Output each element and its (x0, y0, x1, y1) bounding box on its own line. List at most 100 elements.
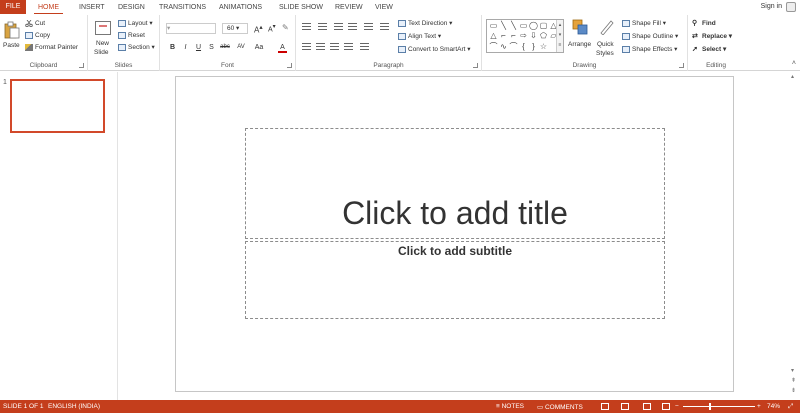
title-placeholder[interactable]: Click to add title (245, 128, 665, 239)
pentagon-shape-icon[interactable]: ⬠ (539, 31, 548, 40)
find-button[interactable]: ⚲ Find (692, 19, 716, 28)
underline-button[interactable]: U (194, 44, 203, 51)
arrange-icon[interactable] (572, 19, 588, 35)
shrink-font-button[interactable]: A▾ (268, 23, 276, 34)
paragraph-dialog-launcher-icon[interactable] (473, 63, 478, 68)
convert-smartart-button[interactable]: Convert to SmartArt ▾ (398, 45, 471, 54)
brace-right-shape-icon[interactable]: } (529, 42, 538, 51)
tab-transitions[interactable]: TRANSITIONS (155, 2, 210, 14)
copy-button[interactable]: Copy (25, 31, 50, 40)
previous-slide-icon[interactable]: ⇞ (791, 378, 797, 384)
subtitle-placeholder[interactable]: Click to add subtitle (245, 241, 665, 319)
collapse-ribbon-icon[interactable]: ˄ (792, 59, 796, 68)
scroll-up-icon[interactable]: ▴ (791, 74, 797, 80)
reset-button[interactable]: Reset (118, 31, 145, 40)
notes-button[interactable]: ≡ NOTES (496, 403, 524, 410)
numbering-icon[interactable] (318, 23, 327, 31)
comments-button[interactable]: ▭ COMMENTS (537, 403, 583, 411)
zoom-level[interactable]: 74% (767, 403, 780, 410)
columns-icon[interactable] (380, 23, 389, 31)
replace-button[interactable]: ⇄ Replace ▾ (692, 32, 732, 41)
fit-to-window-icon[interactable]: ⤢ (788, 403, 793, 411)
shape-fill-button[interactable]: Shape Fill ▾ (622, 19, 666, 28)
rect-shape-icon[interactable]: ▭ (519, 21, 528, 30)
shapes-gallery[interactable]: ▭ ╲ ╲ ▭ ◯ ▢ △ △ ⌐ ⌐ ⇨ ⇩ ⬠ ▱ ⌒ ∿ ⌒ { } ☆ … (486, 19, 564, 53)
drawing-dialog-launcher-icon[interactable] (679, 63, 684, 68)
increase-indent-icon[interactable] (348, 23, 357, 31)
new-slide-icon[interactable] (95, 21, 111, 35)
line-spacing-icon[interactable] (364, 23, 373, 31)
slide-canvas[interactable]: Click to add title Click to add subtitle (175, 76, 734, 392)
next-slide-icon[interactable]: ⇟ (791, 388, 797, 394)
zoom-slider[interactable] (683, 406, 755, 407)
triangle-2-shape-icon[interactable]: △ (489, 31, 498, 40)
arrow-down-shape-icon[interactable]: ⇩ (529, 31, 538, 40)
arrange-button[interactable]: Arrange (568, 40, 591, 49)
align-center-icon[interactable] (316, 43, 325, 51)
paste-icon[interactable] (4, 21, 20, 39)
format-painter-button[interactable]: Format Painter (25, 43, 78, 52)
sign-in-link[interactable]: Sign in (761, 3, 782, 10)
justify-icon[interactable] (344, 43, 353, 51)
slide-show-view-icon[interactable] (662, 403, 670, 410)
align-text-button[interactable]: Align Text ▾ (398, 32, 441, 41)
new-slide-label-2[interactable]: Slide (94, 48, 108, 57)
tab-home[interactable]: HOME (34, 2, 63, 14)
tab-view[interactable]: VIEW (371, 2, 397, 14)
tab-file[interactable]: FILE (0, 0, 26, 14)
cut-button[interactable]: Cut (25, 19, 45, 28)
curve-shape-icon[interactable]: ∿ (499, 42, 508, 51)
zoom-out-icon[interactable]: − (675, 403, 679, 410)
rounded-rect-shape-icon[interactable]: ▢ (539, 21, 548, 30)
tab-insert[interactable]: INSERT (75, 2, 109, 14)
tab-animations[interactable]: ANIMATIONS (215, 2, 266, 14)
new-slide-label-1[interactable]: New (96, 39, 109, 48)
align-left-icon[interactable] (302, 43, 311, 51)
rectangle-shape-icon[interactable]: ▭ (489, 21, 498, 30)
quick-styles-label-2[interactable]: Styles (596, 49, 614, 58)
change-case-button[interactable]: Aa (252, 44, 266, 51)
text-direction-button[interactable]: Text Direction ▾ (398, 19, 452, 28)
star-shape-icon[interactable]: ☆ (539, 42, 548, 51)
distributed-icon[interactable] (360, 43, 369, 51)
zoom-in-icon[interactable]: + (757, 403, 761, 410)
shapes-gallery-scroll[interactable]: ▴ ▾ ≡ (556, 20, 563, 52)
elbow-2-shape-icon[interactable]: ⌐ (509, 31, 518, 40)
reading-view-icon[interactable] (643, 403, 651, 410)
bullets-icon[interactable] (302, 23, 311, 31)
clear-formatting-icon[interactable]: ✎ (282, 23, 289, 32)
align-right-icon[interactable] (330, 43, 339, 51)
arrow-right-shape-icon[interactable]: ⇨ (519, 31, 528, 40)
paste-button[interactable]: Paste (3, 41, 20, 50)
vertical-scrollbar[interactable]: ▴ ▾ ⇞ ⇟ (788, 72, 800, 400)
account-avatar-icon[interactable] (786, 2, 796, 12)
tab-slide-show[interactable]: SLIDE SHOW (275, 2, 327, 14)
language-status[interactable]: ENGLISH (INDIA) (48, 403, 100, 410)
brace-left-shape-icon[interactable]: { (519, 42, 528, 51)
bent-shape-icon[interactable]: ⌒ (489, 42, 498, 51)
grow-font-button[interactable]: A▴ (254, 23, 263, 35)
character-spacing-button[interactable]: AV (234, 44, 248, 50)
line-shape-icon[interactable]: ╲ (499, 21, 508, 30)
font-size-dropdown[interactable]: 60 ▾ (222, 23, 248, 34)
bold-button[interactable]: B (168, 44, 177, 51)
oval-shape-icon[interactable]: ◯ (529, 21, 538, 30)
normal-view-icon[interactable] (601, 403, 609, 410)
shape-effects-button[interactable]: Shape Effects ▾ (622, 45, 677, 54)
scroll-down-icon[interactable]: ▾ (791, 368, 797, 374)
shape-outline-button[interactable]: Shape Outline ▾ (622, 32, 678, 41)
font-dialog-launcher-icon[interactable] (287, 63, 292, 68)
quick-styles-label-1[interactable]: Quick (597, 40, 614, 49)
strikethrough-button[interactable]: abc (218, 44, 232, 50)
clipboard-dialog-launcher-icon[interactable] (79, 63, 84, 68)
zoom-slider-thumb[interactable] (708, 403, 711, 410)
quick-styles-icon[interactable] (599, 19, 615, 35)
slide-thumbnail[interactable] (10, 79, 105, 133)
decrease-indent-icon[interactable] (334, 23, 343, 31)
diagonal-line-shape-icon[interactable]: ╲ (509, 21, 518, 30)
layout-button[interactable]: Layout ▾ (118, 19, 153, 28)
font-name-dropdown[interactable]: ▾ (166, 23, 216, 34)
arc-shape-icon[interactable]: ⌒ (509, 42, 518, 51)
font-color-button[interactable]: A (278, 44, 287, 53)
elbow-connector-shape-icon[interactable]: ⌐ (499, 31, 508, 40)
